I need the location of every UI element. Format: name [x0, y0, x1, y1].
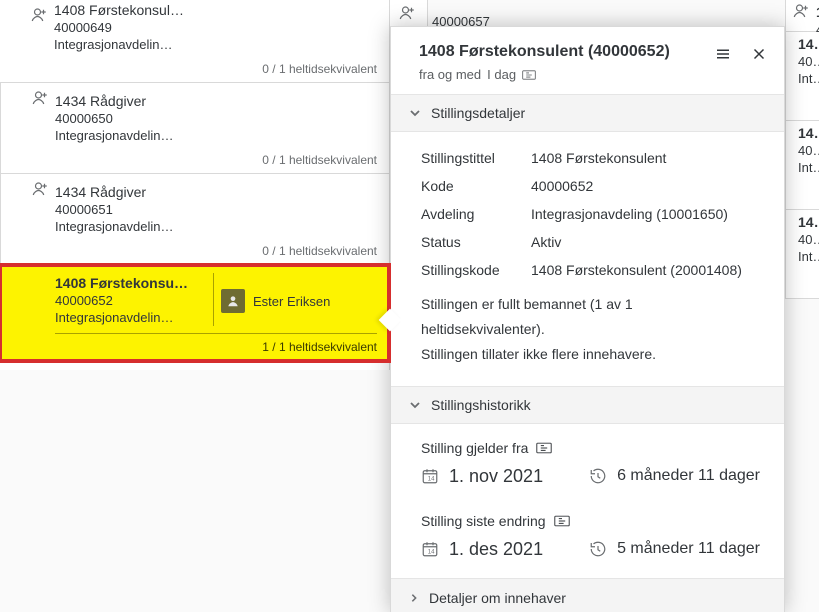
- position-dept: Int…: [786, 71, 819, 86]
- position-fte: 1 / 1 heltidsekvivalent: [55, 333, 377, 354]
- menu-button[interactable]: [710, 41, 736, 70]
- value-kode: 40000652: [531, 178, 774, 194]
- clock-history-icon: [589, 540, 607, 558]
- value-stillingskode: 1408 Førstekonsulent (20001408): [531, 262, 774, 278]
- section-header-incumbent[interactable]: Detaljer om innehaver: [391, 578, 784, 612]
- position-card[interactable]: 14… 40… Int…: [786, 121, 819, 210]
- position-card[interactable]: 14… 40…: [786, 0, 819, 32]
- panel-header: 1408 Førstekonsulent (40000652) fra og m…: [391, 27, 784, 94]
- section-header-details[interactable]: Stillingsdetaljer: [391, 94, 784, 132]
- position-title: 1434 Rådgiver: [55, 182, 377, 200]
- chevron-right-icon: [409, 592, 419, 604]
- position-title: 1434 Rådgiver: [55, 91, 377, 109]
- card-divider: [213, 273, 214, 326]
- section-title: Detaljer om innehaver: [429, 590, 566, 606]
- position-code: 40000649: [54, 20, 377, 35]
- position-dept: Integrasjonavdelin…: [54, 37, 377, 52]
- position-fte: 0 / 1 heltidsekvivalent: [54, 52, 377, 76]
- position-dept: Int…: [786, 249, 819, 264]
- value-status: Aktiv: [531, 234, 774, 250]
- calendar-icon: 14: [421, 540, 439, 558]
- history-date-valid-from: 1. nov 2021: [449, 466, 543, 487]
- position-card[interactable]: 1434 Rådgiver 40000650 Integrasjonavdeli…: [0, 83, 389, 174]
- position-card[interactable]: 14… 40… Int…: [786, 210, 819, 299]
- chevron-down-icon: [409, 399, 421, 411]
- history-label-last-change: Stilling siste endring: [421, 513, 760, 529]
- staffing-line-2: Stillingen tillater ikke flere innehaver…: [421, 342, 760, 367]
- value-stillingstittel: 1408 Førstekonsulent: [531, 150, 774, 166]
- close-button[interactable]: [746, 41, 772, 70]
- position-card-selected[interactable]: 1408 Førstekonsu… 40000652 Integrasjonav…: [0, 265, 389, 361]
- history-label-valid-from: Stilling gjelder fra: [421, 440, 760, 456]
- position-card[interactable]: 1408 Førstekonsul… 40000649 Integrasjona…: [0, 0, 389, 83]
- position-title: 14…: [786, 125, 819, 141]
- label-avdeling: Avdeling: [421, 206, 531, 222]
- section-title: Stillingshistorikk: [431, 397, 531, 413]
- position-code: 40000651: [55, 202, 377, 217]
- right-position-column: 14… 40… 14… 40… Int… 14… 40… Int… 14… 40…: [785, 0, 819, 299]
- assignee-name: Ester Eriksen: [253, 294, 330, 309]
- label-status: Status: [421, 234, 531, 250]
- position-title: 1408 Førstekonsul…: [54, 0, 377, 18]
- clock-history-icon: [589, 467, 607, 485]
- history-label-text: Stilling siste endring: [421, 513, 546, 529]
- section-header-history[interactable]: Stillingshistorikk: [391, 386, 784, 424]
- add-person-icon: [29, 178, 51, 200]
- position-code: 40000650: [55, 111, 377, 126]
- label-kode: Kode: [421, 178, 531, 194]
- position-fte: 0 / 1 heltidsekvivalent: [55, 143, 377, 167]
- history-duration-valid-from: 6 måneder 11 dager: [617, 467, 760, 485]
- position-detail-panel: 1408 Førstekonsulent (40000652) fra og m…: [390, 26, 785, 612]
- svg-text:14: 14: [428, 477, 435, 483]
- svg-text:14: 14: [428, 550, 435, 556]
- staffing-note: Stillingen er fullt bemannet (1 av 1 hel…: [391, 292, 784, 386]
- value-avdeling: Integrasjonavdeling (10001650): [531, 206, 774, 222]
- position-code: 40…: [786, 54, 819, 69]
- date-range-icon: [522, 69, 536, 81]
- add-person-icon: [29, 87, 51, 109]
- history-body: Stilling gjelder fra 14 1. nov 2021 6 må…: [391, 424, 784, 578]
- position-code: 40…: [786, 232, 819, 247]
- details-grid: Stillingstittel 1408 Førstekonsulent Kod…: [391, 132, 784, 292]
- position-dept: Integrasjonavdelin…: [55, 128, 377, 143]
- label-stillingskode: Stillingskode: [421, 262, 531, 278]
- position-fte: 0 / 1 heltidsekvivalent: [55, 234, 377, 258]
- add-person-icon: [792, 2, 810, 20]
- position-title: 14…: [786, 214, 819, 230]
- position-dept: Integrasjonavdelin…: [55, 219, 377, 234]
- position-card[interactable]: 14… 40… Int…: [786, 32, 819, 121]
- subtitle-value: I dag: [487, 67, 516, 82]
- subtitle-prefix: fra og med: [419, 67, 481, 82]
- chevron-down-icon: [409, 107, 421, 119]
- history-label-text: Stilling gjelder fra: [421, 440, 528, 456]
- position-list-column: 1408 Førstekonsul… 40000649 Integrasjona…: [0, 0, 390, 370]
- history-date-last-change: 1. des 2021: [449, 539, 543, 560]
- date-range-icon: [536, 442, 552, 454]
- avatar-icon: [221, 289, 245, 313]
- staffing-line-1: Stillingen er fullt bemannet (1 av 1 hel…: [421, 292, 760, 342]
- date-range-icon: [554, 515, 570, 527]
- label-stillingstittel: Stillingstittel: [421, 150, 531, 166]
- position-card[interactable]: 1434 Rådgiver 40000651 Integrasjonavdeli…: [0, 174, 389, 265]
- section-title: Stillingsdetaljer: [431, 105, 525, 121]
- assignee-badge[interactable]: Ester Eriksen: [221, 289, 330, 313]
- history-duration-last-change: 5 måneder 11 dager: [617, 540, 760, 558]
- add-person-icon: [28, 4, 50, 26]
- add-person-icon: [398, 4, 416, 22]
- calendar-icon: 14: [421, 467, 439, 485]
- position-title: 14…: [786, 36, 819, 52]
- position-code: 40…: [786, 143, 819, 158]
- position-dept: Int…: [786, 160, 819, 175]
